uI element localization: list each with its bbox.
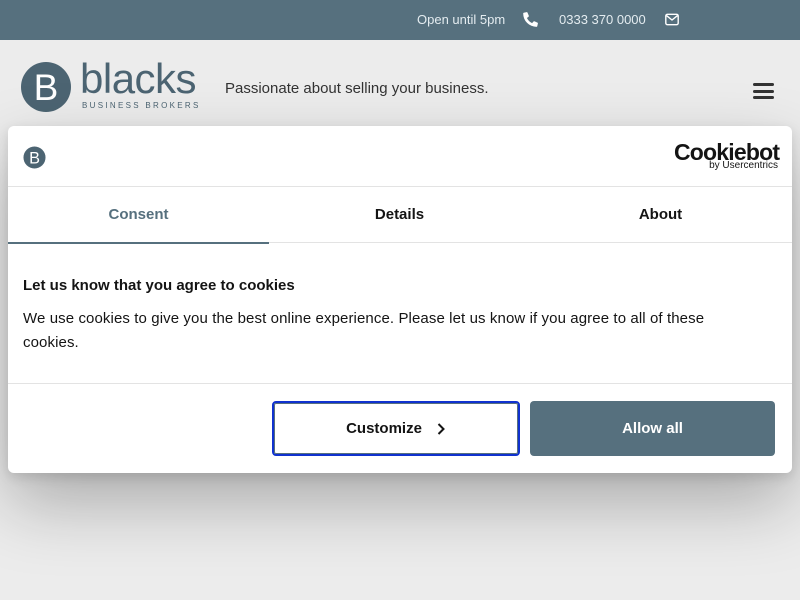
logo-b-icon: B xyxy=(21,62,71,112)
cookiebot-byline: by Usercentrics xyxy=(709,160,778,171)
logo-wordmark: blacks xyxy=(80,55,197,102)
logo-subtitle: BUSINESS BROKERS xyxy=(82,101,201,110)
site-header: B blacks BUSINESS BROKERS Passionate abo… xyxy=(0,40,800,140)
top-info-bar: Open until 5pm 0333 370 0000 xyxy=(0,0,800,40)
envelope-icon[interactable] xyxy=(665,13,679,26)
customize-label: Customize xyxy=(346,420,422,437)
opening-hours: Open until 5pm xyxy=(417,12,506,27)
svg-text:B: B xyxy=(29,149,40,167)
hamburger-icon[interactable] xyxy=(753,83,774,99)
customize-button[interactable]: Customize xyxy=(272,401,520,456)
consent-description: We use cookies to give you the best onli… xyxy=(23,310,705,351)
phone-icon[interactable] xyxy=(523,12,538,27)
allow-all-button[interactable]: Allow all xyxy=(530,401,775,456)
divider xyxy=(8,383,792,384)
tab-consent[interactable]: Consent xyxy=(8,187,269,244)
svg-text:B: B xyxy=(34,67,59,108)
blacks-logo[interactable]: B blacks BUSINESS BROKERS xyxy=(20,55,202,113)
chevron-right-icon xyxy=(437,422,445,435)
phone-number-link[interactable]: 0333 370 0000 xyxy=(559,12,646,27)
menu-bar xyxy=(753,83,774,86)
dialog-tabs: Consent Details About xyxy=(8,187,792,244)
consent-title: Let us know that you agree to cookies xyxy=(23,277,295,294)
tab-details[interactable]: Details xyxy=(269,187,530,243)
site-logo-icon: B xyxy=(23,146,46,169)
tab-about[interactable]: About xyxy=(530,187,791,243)
dialog-header: B Cookiebot by Usercentrics xyxy=(8,126,792,187)
site-tagline: Passionate about selling your business. xyxy=(225,80,489,97)
cookiebot-logo[interactable]: Cookiebot by Usercentrics xyxy=(674,139,780,175)
menu-bar xyxy=(753,89,774,93)
cookie-consent-dialog: B Cookiebot by Usercentrics Consent Deta… xyxy=(8,126,792,473)
menu-bar xyxy=(753,96,774,99)
